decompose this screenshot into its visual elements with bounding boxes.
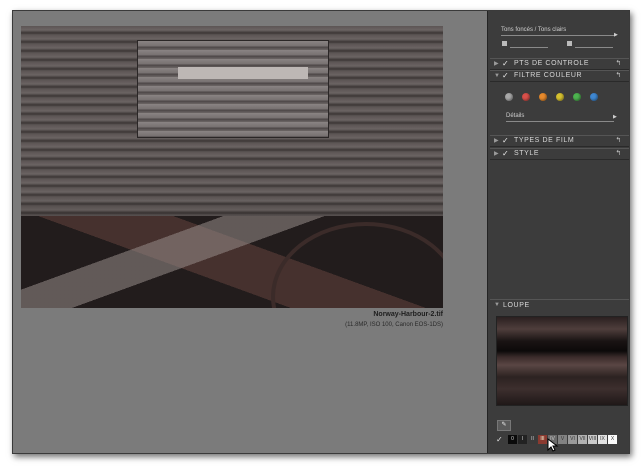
swatch-orange[interactable] <box>539 93 547 101</box>
image-canvas: Norway-Harbour-2.tif (11.8MP, ISO 100, C… <box>13 11 487 453</box>
zone-swatch[interactable]: X <box>608 435 617 444</box>
section-label: STYLE <box>514 150 540 157</box>
zone-swatch[interactable]: V <box>558 435 567 444</box>
image-filename: Norway-Harbour-2.tif <box>373 311 443 318</box>
adjustment-panel: Tons foncés / Tons clairs ▶ ▶ ✓ PTS DE C… <box>487 11 629 453</box>
zone-swatch[interactable]: I <box>518 435 527 444</box>
zone-swatch[interactable]: IX <box>598 435 607 444</box>
dark-tones-slider[interactable] <box>510 47 548 48</box>
image-info: (11.8MP, ISO 100, Canon EOS-1DS) <box>345 322 443 328</box>
expand-triangle-icon[interactable]: ▼ <box>494 300 501 311</box>
zone-swatch[interactable]: VIII <box>588 435 597 444</box>
reset-icon[interactable]: ↰ <box>616 71 622 81</box>
section-style[interactable]: ▶ ✓ STYLE ↰ <box>490 148 629 160</box>
zone-swatch[interactable]: III <box>538 435 547 444</box>
swatch-blue[interactable] <box>590 93 598 101</box>
reset-icon[interactable]: ↰ <box>616 136 622 146</box>
light-tones-slider[interactable] <box>575 47 613 48</box>
tone-slider-arrow-icon[interactable]: ▶ <box>614 32 618 38</box>
section-label: PTS DE CONTROLE <box>514 60 590 67</box>
tone-label: Tons foncés / Tons clairs <box>501 27 567 33</box>
collapse-triangle-icon[interactable]: ▶ <box>494 149 499 159</box>
image-caption: Norway-Harbour-2.tif (11.8MP, ISO 100, C… <box>345 310 443 330</box>
swatch-red[interactable] <box>522 93 530 101</box>
details-arrow-icon[interactable]: ▶ <box>613 114 617 120</box>
section-color-filter[interactable]: ▼ ✓ FILTRE COULEUR ↰ <box>490 70 629 82</box>
section-film-types[interactable]: ▶ ✓ TYPES DE FILM ↰ <box>490 135 629 147</box>
tone-slider-line[interactable] <box>501 35 615 36</box>
dark-tones-icon <box>502 41 507 46</box>
photo-board <box>137 40 329 138</box>
reset-icon[interactable]: ↰ <box>616 149 622 159</box>
zone-system-check-icon[interactable]: ✓ <box>496 435 503 444</box>
check-icon[interactable]: ✓ <box>502 71 509 81</box>
app-window: Norway-Harbour-2.tif (11.8MP, ISO 100, C… <box>12 10 630 454</box>
zone-swatch[interactable]: VI <box>568 435 577 444</box>
loupe-header[interactable]: ▼ LOUPE <box>490 299 629 311</box>
light-tones-icon <box>567 41 572 46</box>
section-label: TYPES DE FILM <box>514 137 575 144</box>
swatch-neutral[interactable] <box>505 93 513 101</box>
details-line[interactable] <box>506 121 614 122</box>
photo-preview <box>21 26 443 308</box>
swatch-green[interactable] <box>573 93 581 101</box>
loupe-label: LOUPE <box>503 302 530 309</box>
check-icon[interactable]: ✓ <box>502 59 509 69</box>
mouse-cursor-icon <box>547 438 559 452</box>
section-control-points[interactable]: ▶ ✓ PTS DE CONTROLE ↰ <box>490 58 629 70</box>
check-icon[interactable]: ✓ <box>502 149 509 159</box>
reset-icon[interactable]: ↰ <box>616 59 622 69</box>
zone-swatch[interactable]: II <box>528 435 537 444</box>
zone-swatch[interactable]: 0 <box>508 435 517 444</box>
collapse-triangle-icon[interactable]: ▶ <box>494 136 499 146</box>
expand-triangle-icon[interactable]: ▼ <box>494 71 501 81</box>
collapse-triangle-icon[interactable]: ▶ <box>494 59 499 69</box>
section-label: FILTRE COULEUR <box>514 72 583 79</box>
check-icon[interactable]: ✓ <box>502 136 509 146</box>
swatch-yellow[interactable] <box>556 93 564 101</box>
details-label: Détails <box>506 113 525 119</box>
zone-swatch[interactable]: VII <box>578 435 587 444</box>
loupe-pin-icon[interactable]: ✎ <box>497 420 511 431</box>
loupe-preview[interactable] <box>496 316 628 406</box>
